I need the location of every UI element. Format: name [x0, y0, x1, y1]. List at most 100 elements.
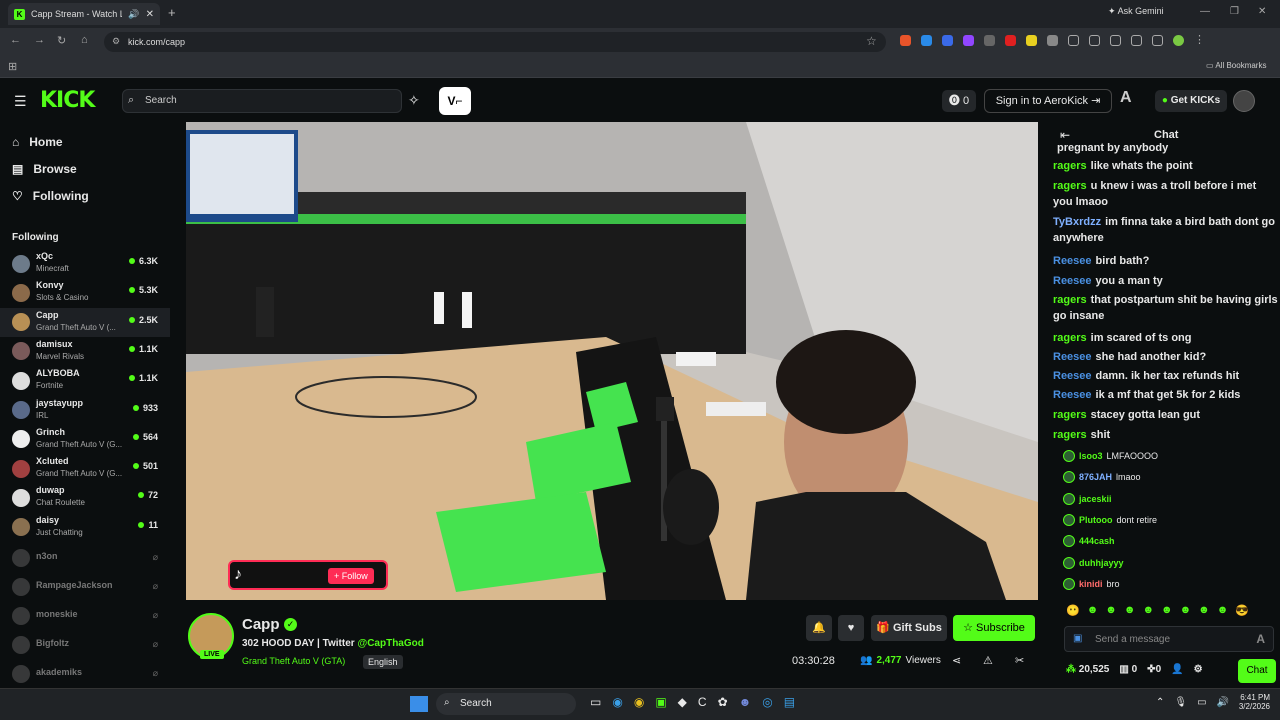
language-tag[interactable]: English	[363, 655, 403, 669]
chat-username[interactable]: ragers	[1053, 429, 1087, 441]
followed-channel[interactable]: jaystayupp IRL 933	[0, 396, 170, 425]
report-icon[interactable]: ⚠	[983, 654, 993, 667]
chat-username[interactable]: kinidi	[1079, 579, 1103, 589]
chat-username[interactable]: Reesee	[1053, 351, 1092, 363]
chat-username[interactable]: Plutooo	[1079, 515, 1113, 525]
mic-icon[interactable]: 🎙	[1174, 697, 1187, 708]
offline-channel[interactable]: akademiks ⌀	[0, 659, 170, 688]
tab-close-icon[interactable]: ✕	[146, 9, 154, 20]
chat-username[interactable]: ragers	[1053, 332, 1087, 344]
extension-icon[interactable]	[984, 35, 995, 46]
user-avatar[interactable]	[1233, 90, 1255, 112]
app-icon[interactable]: ◎	[762, 695, 772, 709]
emote-icon[interactable]: ☻	[1198, 604, 1210, 620]
chat-username[interactable]: Reesee	[1053, 255, 1092, 267]
sidebar-item-following[interactable]: ♡ Following	[12, 189, 89, 203]
vodafone-extension-icon[interactable]: V⌐	[439, 87, 471, 115]
twitch-extension-icon[interactable]	[963, 35, 974, 46]
emote-icon[interactable]: ☻	[1105, 604, 1117, 620]
new-tab-icon[interactable]: +	[168, 5, 176, 20]
get-kicks-button[interactable]: ● Get KICKs	[1155, 90, 1227, 112]
tab-search-icon[interactable]	[1152, 35, 1163, 46]
tray-chevron-icon[interactable]: ⌃	[1156, 697, 1164, 708]
followed-channel[interactable]: Grinch Grand Theft Auto V (G... 564	[0, 425, 170, 454]
bookmark-star-icon[interactable]: ☆	[866, 34, 877, 48]
link-icon[interactable]	[1089, 35, 1100, 46]
chat-input[interactable]: ▣ Send a message A	[1064, 626, 1274, 652]
sidebar-item-home[interactable]: ⌂ Home	[12, 135, 63, 149]
chat-username[interactable]: ragers	[1053, 409, 1087, 421]
sparkle-icon[interactable]: ✧	[408, 92, 420, 109]
download-icon[interactable]	[1131, 35, 1142, 46]
follow-heart-button[interactable]: ♥	[838, 615, 864, 641]
sign-in-button[interactable]: Sign in to AeroKick ⇥	[984, 89, 1112, 113]
chat-username[interactable]: TyBxrdzz	[1053, 216, 1101, 228]
back-icon[interactable]: ←	[10, 34, 21, 46]
emote-icon[interactable]: ☻	[1180, 604, 1192, 620]
search-input[interactable]: Search	[122, 89, 402, 113]
followed-channel[interactable]: damisux Marvel Rivals 1.1K	[0, 337, 170, 366]
maximize-icon[interactable]: ❐	[1230, 6, 1239, 17]
hamburger-menu-icon[interactable]: ☰	[14, 93, 27, 110]
chat-username[interactable]: Reesee	[1053, 370, 1092, 382]
followed-channel[interactable]: Xcluted Grand Theft Auto V (G... 501	[0, 454, 170, 483]
apps-grid-icon[interactable]: ⊞	[8, 60, 17, 73]
emote-icon[interactable]: ☻	[1124, 604, 1136, 620]
ask-gemini-button[interactable]: ✦ Ask Gemini	[1108, 6, 1164, 17]
extension-icon[interactable]	[921, 35, 932, 46]
video-player[interactable]: ♪ + Follow	[186, 122, 1038, 600]
chrome-icon[interactable]: ◉	[634, 695, 644, 709]
browser-menu-icon[interactable]: ⋮	[1194, 35, 1205, 46]
ccleaner-icon[interactable]: C	[698, 695, 707, 709]
taskbar-search[interactable]: Search	[436, 693, 576, 715]
followed-channel[interactable]: Konvy Slots & Casino 5.3K	[0, 278, 170, 307]
app-icon[interactable]: ▤	[784, 695, 795, 709]
aerokick-chat-icon[interactable]: A	[1256, 632, 1265, 646]
windows-start-icon[interactable]	[410, 696, 428, 712]
offline-channel[interactable]: moneskie ⌀	[0, 601, 170, 630]
followed-channel[interactable]: duwap Chat Roulette 72	[0, 483, 170, 512]
chat-username[interactable]: ragers	[1053, 160, 1087, 172]
emote-icon[interactable]: 😎	[1235, 604, 1249, 620]
followed-channel[interactable]: ALYBOBA Fortnite 1.1K	[0, 366, 170, 395]
forward-icon[interactable]: →	[34, 34, 45, 46]
followed-channel[interactable]: daisy Just Chatting 11	[0, 513, 170, 542]
offline-channel[interactable]: n3on ⌀	[0, 543, 170, 572]
settings-gear-icon[interactable]: ⚙	[1194, 664, 1203, 675]
profile-avatar[interactable]	[1173, 35, 1184, 46]
share-icon[interactable]: ⋖	[952, 654, 961, 667]
reload-icon[interactable]: ↻	[57, 34, 66, 47]
clip-icon[interactable]: ✂	[1015, 654, 1024, 667]
all-bookmarks-button[interactable]: ▭ All Bookmarks	[1206, 61, 1266, 70]
subscribe-button[interactable]: ☆ Subscribe	[953, 615, 1035, 641]
network-icon[interactable]: ▭	[1197, 697, 1206, 708]
reading-mode-icon[interactable]	[1068, 35, 1079, 46]
emote-icon[interactable]: ☻	[1142, 604, 1154, 620]
points-counter[interactable]: ▥ 0	[1119, 664, 1137, 675]
followed-channel[interactable]: xQc Minecraft 6.3K	[0, 249, 170, 278]
chat-username[interactable]: Reesee	[1053, 389, 1092, 401]
chat-username[interactable]: ragers	[1053, 180, 1087, 192]
discord-icon[interactable]: ☻	[739, 695, 752, 709]
volume-icon[interactable]: 🔊	[1217, 697, 1229, 708]
edge-icon[interactable]: ◉	[612, 695, 622, 709]
extension-icon[interactable]	[942, 35, 953, 46]
twitter-handle[interactable]: @CapThaGod	[357, 638, 423, 649]
emote-icon[interactable]: 😶	[1066, 604, 1080, 620]
drops-counter[interactable]: ✜0	[1147, 664, 1161, 675]
stream-category[interactable]: Grand Theft Auto V (GTA)	[242, 656, 345, 666]
send-chat-button[interactable]: Chat	[1238, 659, 1276, 683]
chat-username[interactable]: ragers	[1053, 294, 1087, 306]
offline-channel[interactable]: RampageJackson ⌀	[0, 572, 170, 601]
notifications-button[interactable]: ⓿ 0	[942, 90, 976, 112]
kick-logo[interactable]: KICK	[40, 88, 95, 113]
url-field[interactable]: kick.com/capp	[104, 32, 886, 52]
kicks-balance[interactable]: ⁂ 20,525	[1066, 664, 1109, 675]
notify-bell-button[interactable]: 🔔	[806, 615, 832, 641]
extension-icon[interactable]	[1026, 35, 1037, 46]
emote-icon[interactable]: ☻	[1217, 604, 1229, 620]
tab-audio-icon[interactable]: 🔊	[128, 9, 139, 20]
window-close-icon[interactable]: ✕	[1258, 6, 1266, 17]
followed-channel[interactable]: Capp Grand Theft Auto V (... 2.5K	[0, 307, 170, 337]
favorites-icon[interactable]	[1110, 35, 1121, 46]
